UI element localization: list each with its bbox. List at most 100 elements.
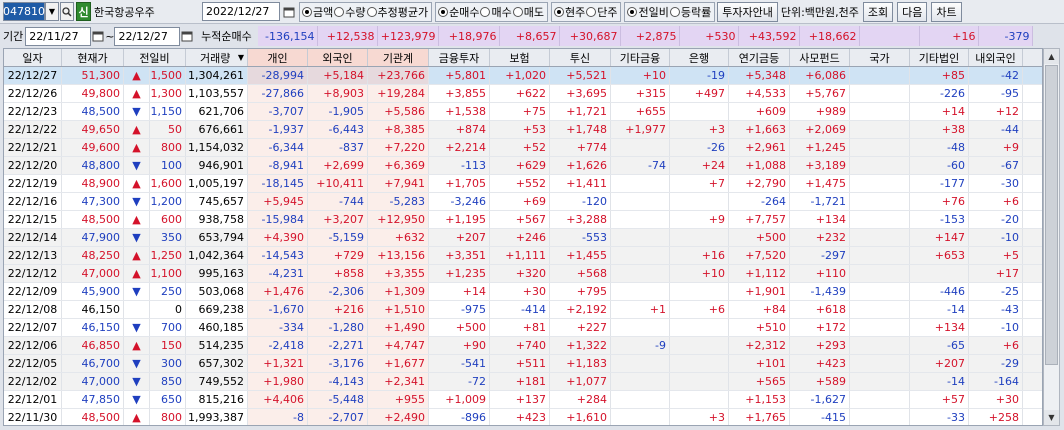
- code-search-button[interactable]: [60, 2, 74, 21]
- down-triangle-icon: ▼: [124, 193, 150, 210]
- radio-option[interactable]: 단주: [586, 4, 617, 20]
- table-cell: [850, 247, 910, 264]
- radio-option[interactable]: 금액: [302, 4, 333, 20]
- table-cell: -3,176: [308, 355, 368, 372]
- table-row[interactable]: 22/12/19 48,900 ▲ 1,600 1,005,197 -18,145 +10,…: [4, 175, 1042, 193]
- radio-option[interactable]: 매수: [480, 4, 512, 20]
- scroll-up-button[interactable]: ▲: [1044, 49, 1059, 64]
- table-cell: 48,500: [62, 103, 124, 120]
- table-cell: +1,322: [550, 337, 611, 354]
- table-cell: [670, 283, 729, 300]
- column-header[interactable]: 금융투자: [429, 49, 490, 66]
- column-header[interactable]: 보험: [490, 49, 550, 66]
- cumulative-value: +2,875: [621, 26, 681, 46]
- column-header[interactable]: 내외국인: [969, 49, 1023, 66]
- radio-label: 수량: [345, 5, 366, 19]
- calendar-button[interactable]: [282, 5, 296, 19]
- date-input[interactable]: 2022/12/27: [202, 2, 280, 21]
- stock-name: 한국항공우주: [94, 5, 155, 19]
- table-cell: +10,411: [308, 175, 368, 192]
- column-header[interactable]: 기타법인: [910, 49, 969, 66]
- table-row[interactable]: 22/12/22 49,650 ▲ 50 676,661 -1,937 -6,443 +8,3…: [4, 121, 1042, 139]
- table-row[interactable]: 22/12/05 46,700 ▼ 300 657,302 +1,321 -3,176 +1,…: [4, 355, 1042, 373]
- radio-option[interactable]: 매도: [512, 4, 544, 20]
- column-header[interactable]: 사모펀드: [790, 49, 850, 66]
- table-cell: +655: [611, 103, 670, 120]
- table-cell: +75: [490, 103, 550, 120]
- radio-option[interactable]: 순매수: [438, 4, 479, 20]
- table-row[interactable]: 22/12/07 46,150 ▼ 700 460,185 -334 -1,280 +1,49…: [4, 319, 1042, 337]
- column-header[interactable]: 국가: [850, 49, 910, 66]
- table-cell: +989: [790, 103, 850, 120]
- scroll-thumb[interactable]: [1045, 65, 1058, 365]
- table-row[interactable]: 22/12/27 51,300 ▲ 1,500 1,304,261 -28,994 +5,1…: [4, 67, 1042, 85]
- table-cell: +81: [490, 319, 550, 336]
- code-dropdown-button[interactable]: ▼: [45, 2, 59, 21]
- column-header[interactable]: 기관계: [368, 49, 429, 66]
- column-header[interactable]: 은행: [670, 49, 729, 66]
- table-cell: 22/12/16: [4, 193, 62, 210]
- to-calendar-button[interactable]: [180, 29, 194, 43]
- table-row[interactable]: 22/12/08 46,150 0 669,238 -1,670 +216 +1,510 -9…: [4, 301, 1042, 319]
- period-to-input[interactable]: 22/12/27: [114, 26, 181, 46]
- table-cell: -20: [969, 211, 1023, 228]
- table-row[interactable]: 22/12/13 48,250 ▲ 1,250 1,042,364 -14,543 +729…: [4, 247, 1042, 265]
- column-header[interactable]: 기타금융: [611, 49, 670, 66]
- table-row[interactable]: 22/12/09 45,900 ▼ 250 503,068 +1,476 -2,306 +1,…: [4, 283, 1042, 301]
- table-cell: [670, 319, 729, 336]
- radio-circle-icon: [512, 6, 523, 17]
- table-cell: 1,500: [150, 67, 186, 84]
- radio-option[interactable]: 추정평균가: [366, 4, 428, 20]
- column-header[interactable]: 외국인: [308, 49, 368, 66]
- table-cell: +13,156: [368, 247, 429, 264]
- period-from-input[interactable]: 22/11/27: [25, 26, 92, 46]
- column-header[interactable]: 전일비: [124, 49, 186, 66]
- table-cell: +1,677: [368, 355, 429, 372]
- radio-option[interactable]: 등락률: [669, 4, 712, 20]
- scroll-down-button[interactable]: ▼: [1044, 410, 1059, 425]
- up-triangle-icon: ▲: [124, 211, 150, 228]
- column-header[interactable]: 투신: [550, 49, 611, 66]
- column-header[interactable]: 일자: [4, 49, 62, 66]
- table-cell: +10: [670, 265, 729, 282]
- column-header[interactable]: 개인: [248, 49, 308, 66]
- table-cell: -25: [969, 283, 1023, 300]
- sort-arrow-icon[interactable]: ▼: [238, 53, 244, 62]
- chart-button[interactable]: 차트: [931, 1, 962, 22]
- down-triangle-icon: ▼: [124, 229, 150, 246]
- table-row[interactable]: 22/12/02 47,000 ▼ 850 749,552 +1,980 -4,143 +2,…: [4, 373, 1042, 391]
- credit-badge[interactable]: 신: [76, 2, 91, 21]
- table-row[interactable]: 22/12/15 48,500 ▲ 600 938,758 -15,984 +3,207 +1…: [4, 211, 1042, 229]
- next-button[interactable]: 다음: [897, 1, 928, 22]
- table-cell: [611, 193, 670, 210]
- table-cell: +7,520: [729, 247, 790, 264]
- table-row[interactable]: 22/12/01 47,850 ▼ 650 815,216 +4,406 -5,448 +95…: [4, 391, 1042, 409]
- table-row[interactable]: 22/12/12 47,000 ▲ 1,100 995,163 -4,231 +858 +3,…: [4, 265, 1042, 283]
- table-row[interactable]: 22/12/21 49,600 ▲ 800 1,154,032 -6,344 -837 +7,…: [4, 139, 1042, 157]
- column-header[interactable]: 현재가: [62, 49, 124, 66]
- column-header[interactable]: 거래량 ▼: [186, 49, 248, 66]
- query-button[interactable]: 조회: [862, 1, 894, 22]
- table-row[interactable]: 22/11/30 48,500 ▲ 800 1,993,387 -8 -2,707 +2,49…: [4, 409, 1042, 425]
- table-cell: +30: [490, 283, 550, 300]
- table-row[interactable]: 22/12/14 47,900 ▼ 350 653,794 +4,390 -5,159 +63…: [4, 229, 1042, 247]
- investor-guide-button[interactable]: 투자자안내: [717, 1, 778, 22]
- radio-option[interactable]: 전일비: [627, 4, 669, 20]
- vertical-scrollbar[interactable]: ▲ ▼: [1043, 48, 1060, 426]
- table-row[interactable]: 22/12/23 48,500 ▼ 1,150 621,706 -3,707 -1,905 +…: [4, 103, 1042, 121]
- table-cell: +14: [910, 103, 969, 120]
- radio-label: 등락률: [680, 5, 712, 19]
- table-cell: +774: [550, 139, 611, 156]
- cumulative-row: -136,154 +12,538 +123,979 +18,976 +8,657 +30,…: [258, 26, 1034, 46]
- radio-option[interactable]: 현주: [553, 4, 585, 20]
- stock-code-input[interactable]: 047810: [3, 2, 45, 21]
- table-row[interactable]: 22/12/20 48,800 ▼ 100 946,901 -8,941 +2,699 +6,…: [4, 157, 1042, 175]
- column-header[interactable]: 연기금등: [729, 49, 790, 66]
- table-cell: +497: [670, 85, 729, 102]
- table-cell: +5,767: [790, 85, 850, 102]
- table-row[interactable]: 22/12/16 47,300 ▼ 1,200 745,657 +5,945 -744 -5,…: [4, 193, 1042, 211]
- radio-option[interactable]: 수량: [334, 4, 366, 20]
- from-calendar-button[interactable]: [91, 29, 105, 43]
- table-row[interactable]: 22/12/26 49,800 ▲ 1,300 1,103,557 -27,866 +8,9…: [4, 85, 1042, 103]
- table-row[interactable]: 22/12/06 46,850 ▲ 150 514,235 -2,418 -2,271 +4,…: [4, 337, 1042, 355]
